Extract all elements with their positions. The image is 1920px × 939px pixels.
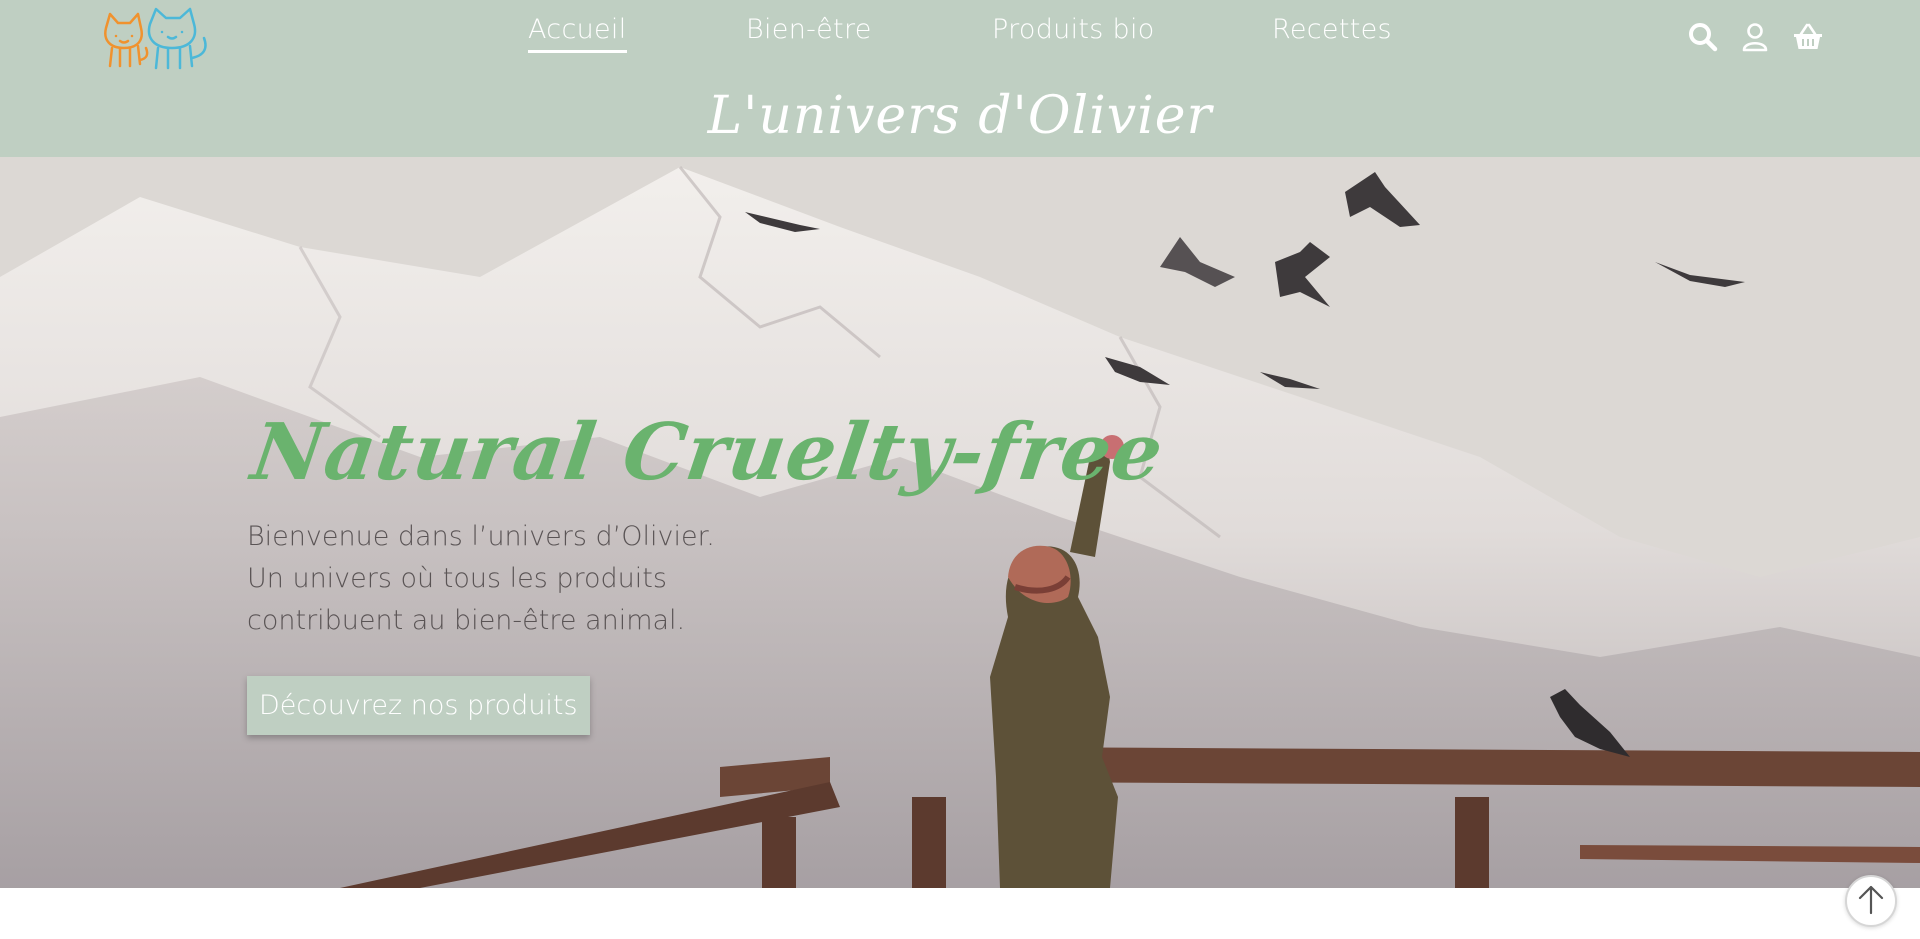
nav-link-recettes[interactable]: Recettes [1272,14,1392,45]
hero-banner: Natural Cruelty-free Bienvenue dans l’un… [0,157,1920,888]
hero-content: Natural Cruelty-free Bienvenue dans l’un… [246,407,1169,735]
discover-products-button[interactable]: Découvrez nos produits [247,675,590,735]
site-header: Accueil Bien-être Produits bio Recettes … [0,0,1920,157]
header-icons [1688,20,1822,54]
site-title: L'univers d'Olivier [707,86,1213,146]
basket-icon[interactable] [1792,22,1822,52]
back-to-top-button[interactable] [1845,875,1897,927]
nav-link-produits-bio[interactable]: Produits bio [992,14,1155,45]
search-icon[interactable] [1688,22,1718,52]
hero-line: Bienvenue dans l’univers d’Olivier. [247,520,715,552]
hero-title: Natural Cruelty-free [246,407,1169,498]
hero-description: Bienvenue dans l’univers d’Olivier. Un u… [247,516,947,642]
arrow-up-icon [1856,883,1886,919]
main-nav: Accueil Bien-être Produits bio Recettes [0,14,1920,64]
nav-link-bien-etre[interactable]: Bien-être [746,14,872,45]
nav-link-accueil[interactable]: Accueil [528,14,627,53]
hero-line: contribuent au bien-être animal. [247,604,686,636]
hero-line: Un univers où tous les produits [247,562,667,594]
user-icon[interactable] [1740,22,1770,52]
